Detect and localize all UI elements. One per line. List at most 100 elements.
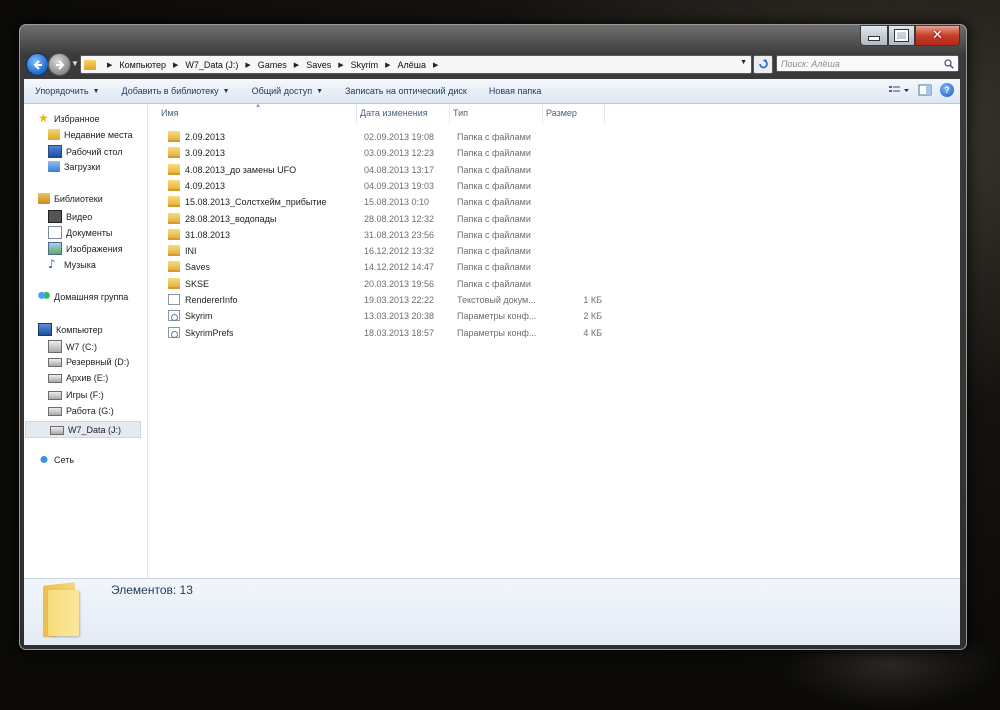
nav-favorites[interactable]: ★ Избранное bbox=[38, 112, 100, 124]
nav-libraries[interactable]: Библиотеки bbox=[38, 193, 103, 204]
breadcrumb-skyrim[interactable]: Skyrim bbox=[351, 60, 379, 70]
chevron-down-icon: ▼ bbox=[316, 87, 323, 95]
file-size: 1 КБ bbox=[583, 295, 602, 305]
column-header-name[interactable]: Имя bbox=[161, 108, 179, 118]
nav-item-label: Загрузки bbox=[64, 161, 101, 172]
nav-item-label: W7_Data (J:) bbox=[68, 424, 122, 435]
nav-item-downloads[interactable]: Загрузки bbox=[48, 161, 100, 172]
file-list: Имя ▲ Дата изменения Тип Размер 2.09.201… bbox=[148, 103, 960, 578]
computer-icon bbox=[38, 323, 52, 336]
breadcrumb-separator-icon[interactable]: ▶ bbox=[433, 61, 438, 69]
maximize-button[interactable] bbox=[888, 25, 915, 46]
organize-button[interactable]: Упорядочить ▼ bbox=[24, 86, 111, 96]
file-row[interactable]: 3.09.2013 03.09.2013 12:23 Папка с файлами bbox=[156, 145, 806, 161]
minimize-button[interactable] bbox=[860, 25, 888, 46]
file-date: 04.09.2013 19:03 bbox=[364, 180, 435, 191]
nav-item-video[interactable]: Видео bbox=[48, 210, 92, 223]
close-button[interactable]: ✕ bbox=[915, 25, 960, 46]
nav-item-pictures[interactable]: Изображения bbox=[48, 242, 123, 255]
preview-pane-icon[interactable] bbox=[918, 84, 932, 96]
column-type-label: Тип bbox=[453, 108, 469, 118]
file-name: 31.08.2013 bbox=[185, 229, 231, 240]
refresh-button[interactable] bbox=[753, 55, 773, 74]
breadcrumb-separator-icon[interactable]: ▶ bbox=[338, 61, 343, 69]
file-name: 4.09.2013 bbox=[185, 180, 226, 191]
file-row[interactable]: 28.08.2013_водопады 28.08.2013 12:32 Папка… bbox=[156, 211, 806, 227]
nav-item-drive-c[interactable]: W7 (C:) bbox=[48, 340, 97, 353]
main-content: ★ Избранное Недавние места Рабочий стол З… bbox=[24, 103, 960, 578]
new-folder-button[interactable]: Новая папка bbox=[478, 86, 552, 96]
nav-item-drive-e[interactable]: Архив (E:) bbox=[48, 372, 108, 383]
nav-item-label: W7 (C:) bbox=[66, 341, 97, 352]
address-bar[interactable]: ▶ Компьютер ▶ W7_Data (J:) ▶ Games ▶ Sav… bbox=[80, 55, 752, 74]
drive-icon bbox=[48, 374, 62, 383]
nav-item-music[interactable]: ♪ Музыка bbox=[48, 258, 96, 270]
nav-item-documents[interactable]: Документы bbox=[48, 226, 112, 239]
recent-pages-dropdown[interactable]: ▼ bbox=[71, 59, 79, 68]
command-bar: Упорядочить ▼ Добавить в библиотеку ▼ Общи… bbox=[24, 79, 960, 104]
video-icon bbox=[48, 210, 62, 223]
file-row[interactable]: 2.09.2013 02.09.2013 19:08 Папка с файлами bbox=[156, 129, 806, 145]
file-type: Параметры конф... bbox=[457, 311, 537, 322]
breadcrumb-computer[interactable]: Компьютер bbox=[119, 60, 166, 70]
column-date-label: Дата изменения bbox=[360, 108, 428, 118]
nav-computer[interactable]: Компьютер bbox=[38, 323, 103, 336]
nav-item-drive-j[interactable]: W7_Data (J:) bbox=[25, 421, 141, 438]
breadcrumb-separator-icon[interactable]: ▶ bbox=[294, 61, 299, 69]
column-header-type[interactable]: Тип bbox=[453, 108, 468, 118]
file-row[interactable]: 4.08.2013_до замены UFO 04.08.2013 13:17 П… bbox=[156, 162, 806, 178]
column-header-size[interactable]: Размер bbox=[546, 108, 577, 118]
file-row[interactable]: SKSE 20.03.2013 19:56 Папка с файлами bbox=[156, 276, 806, 292]
folder-icon bbox=[168, 163, 180, 175]
folder-icon bbox=[168, 228, 180, 240]
file-name: 28.08.2013_водопады bbox=[185, 213, 277, 224]
help-icon[interactable]: ? bbox=[940, 83, 954, 97]
desktop-icon bbox=[48, 145, 62, 158]
share-button[interactable]: Общий доступ ▼ bbox=[241, 86, 334, 96]
file-row[interactable]: Skyrim 13.03.2013 20:38 Параметры конф... 2… bbox=[156, 308, 806, 324]
breadcrumb-games[interactable]: Games bbox=[258, 60, 287, 70]
breadcrumb-drive[interactable]: W7_Data (J:) bbox=[185, 60, 238, 70]
breadcrumb-current[interactable]: Алёша bbox=[397, 60, 426, 70]
nav-item-drive-d[interactable]: Резервный (D:) bbox=[48, 356, 129, 367]
file-row[interactable]: RendererInfo 19.03.2013 22:22 Текстовый до… bbox=[156, 292, 806, 308]
nav-item-recent-places[interactable]: Недавние места bbox=[48, 129, 133, 140]
view-options-icon[interactable] bbox=[888, 84, 910, 96]
add-to-library-button[interactable]: Добавить в библиотеку ▼ bbox=[111, 86, 241, 96]
breadcrumb-saves[interactable]: Saves bbox=[306, 60, 331, 70]
forward-button[interactable] bbox=[48, 53, 71, 76]
nav-item-drive-f[interactable]: Игры (F:) bbox=[48, 389, 104, 400]
search-input[interactable]: Поиск: Алёша bbox=[776, 55, 959, 72]
column-divider[interactable] bbox=[449, 104, 450, 124]
file-type: Папка с файлами bbox=[457, 148, 531, 159]
column-size-label: Размер bbox=[546, 108, 577, 118]
breadcrumb-separator-icon[interactable]: ▶ bbox=[245, 61, 250, 69]
column-divider[interactable] bbox=[542, 104, 543, 124]
nav-item-desktop[interactable]: Рабочий стол bbox=[48, 145, 123, 158]
breadcrumb-separator-icon[interactable]: ▶ bbox=[385, 61, 390, 69]
nav-item-label: Игры (F:) bbox=[66, 389, 104, 400]
nav-network[interactable]: Сеть bbox=[38, 454, 74, 465]
column-divider[interactable] bbox=[356, 104, 357, 124]
breadcrumb-separator-icon[interactable]: ▶ bbox=[107, 61, 112, 69]
column-header-date[interactable]: Дата изменения bbox=[360, 108, 428, 118]
back-button[interactable] bbox=[26, 53, 49, 76]
search-icon[interactable] bbox=[944, 59, 954, 69]
file-row[interactable]: Saves 14.12.2012 14:47 Папка с файлами bbox=[156, 259, 806, 275]
file-row[interactable]: 15.08.2013_Солстхейм_прибытие 15.08.2013 … bbox=[156, 194, 806, 210]
column-divider[interactable] bbox=[604, 104, 605, 124]
folder-icon bbox=[168, 196, 180, 208]
minimize-icon bbox=[868, 36, 880, 41]
file-row[interactable]: 31.08.2013 31.08.2013 23:56 Папка с файлам… bbox=[156, 227, 806, 243]
file-row[interactable]: SkyrimPrefs 18.03.2013 18:57 Параметры кон… bbox=[156, 325, 806, 341]
folder-icon bbox=[168, 245, 180, 257]
window-caption-buttons: ✕ bbox=[860, 25, 960, 46]
address-history-dropdown[interactable]: ▼ bbox=[740, 59, 747, 66]
burn-button[interactable]: Записать на оптический диск bbox=[334, 86, 478, 96]
file-type: Папка с файлами bbox=[457, 262, 531, 273]
nav-item-drive-g[interactable]: Работа (G:) bbox=[48, 405, 114, 416]
breadcrumb-separator-icon[interactable]: ▶ bbox=[173, 61, 178, 69]
nav-homegroup[interactable]: Домашняя группа bbox=[38, 291, 128, 302]
file-row[interactable]: INI 16.12.2012 13:32 Папка с файлами bbox=[156, 243, 806, 259]
file-row[interactable]: 4.09.2013 04.09.2013 19:03 Папка с файлами bbox=[156, 178, 806, 194]
